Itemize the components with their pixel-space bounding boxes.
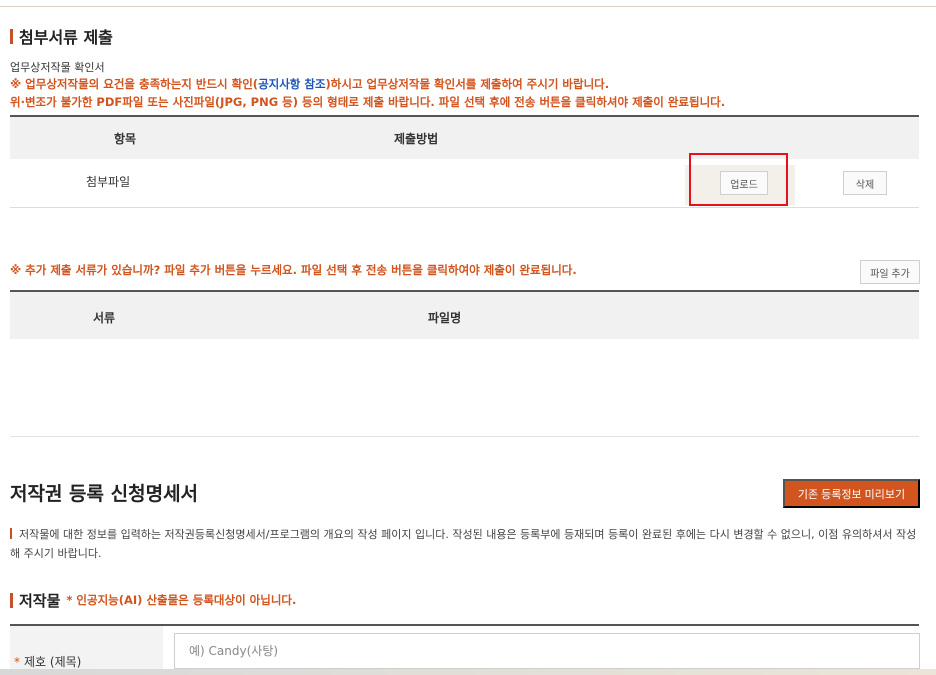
- col-item: 항목: [114, 132, 137, 146]
- col-document: 서류: [93, 311, 116, 325]
- attach-title-text: 첨부서류 제출: [19, 28, 113, 47]
- col-method: 제출방법: [394, 132, 439, 146]
- additional-notice: ※ 추가 제출 서류가 있습니까? 파일 추가 버튼을 누르세요. 파일 선택 …: [10, 263, 577, 277]
- title-field-text: 제호 (제목): [24, 655, 82, 669]
- delete-button[interactable]: 삭제: [843, 171, 887, 195]
- application-description: 저작물에 대한 정보를 입력하는 저작권등록신청명세서/프로그램의 개요의 작성…: [10, 525, 920, 563]
- attach-file-label: 첨부파일: [86, 175, 131, 189]
- title-input[interactable]: [174, 633, 920, 669]
- preview-registration-button[interactable]: 기존 등록정보 미리보기: [783, 479, 920, 508]
- title-marker: [10, 592, 13, 608]
- notice-file-format: 위·변조가 불가한 PDF파일 또는 사진파일(JPG, PNG 등) 등의 형…: [10, 95, 726, 109]
- attach-section-title: 첨부서류 제출: [10, 27, 113, 47]
- ai-notice: * 인공지능(AI) 산출물은 등록대상이 아닙니다.: [66, 593, 297, 607]
- additional-table-header: 서류 파일명: [10, 290, 919, 339]
- upload-highlight-box: [689, 153, 788, 206]
- work-section-title: 저작물 * 인공지능(AI) 산출물은 등록대상이 아닙니다.: [10, 590, 296, 610]
- notice-link[interactable]: 공지사항 참조: [258, 77, 325, 91]
- bottom-strip: [0, 669, 936, 675]
- desc-marker: [10, 528, 12, 539]
- additional-table-bottom: [10, 436, 919, 437]
- notice-work-requirements: ※ 업무상저작물의 요건을 충족하는지 반드시 확인(공지사항 참조)하시고 업…: [10, 76, 609, 92]
- notice1-suffix: )하시고 업무상저작물 확인서를 제출하여 주시기 바랍니다.: [325, 77, 610, 91]
- col-filename: 파일명: [428, 311, 462, 325]
- top-divider: [0, 6, 936, 7]
- work-title-text: 저작물: [19, 591, 61, 610]
- title-field-label: * 제호 (제목): [14, 653, 81, 670]
- notice1-prefix: ※ 업무상저작물의 요건을 충족하는지 반드시 확인(: [10, 77, 259, 91]
- document-name: 업무상저작물 확인서: [10, 61, 105, 74]
- description-text: 저작물에 대한 정보를 입력하는 저작권등록신청명세서/프로그램의 개요의 작성…: [10, 528, 917, 560]
- application-title: 저작권 등록 신청명세서: [10, 483, 199, 505]
- title-marker: [10, 28, 13, 44]
- required-star: *: [14, 655, 20, 669]
- add-file-button[interactable]: 파일 추가: [860, 260, 920, 284]
